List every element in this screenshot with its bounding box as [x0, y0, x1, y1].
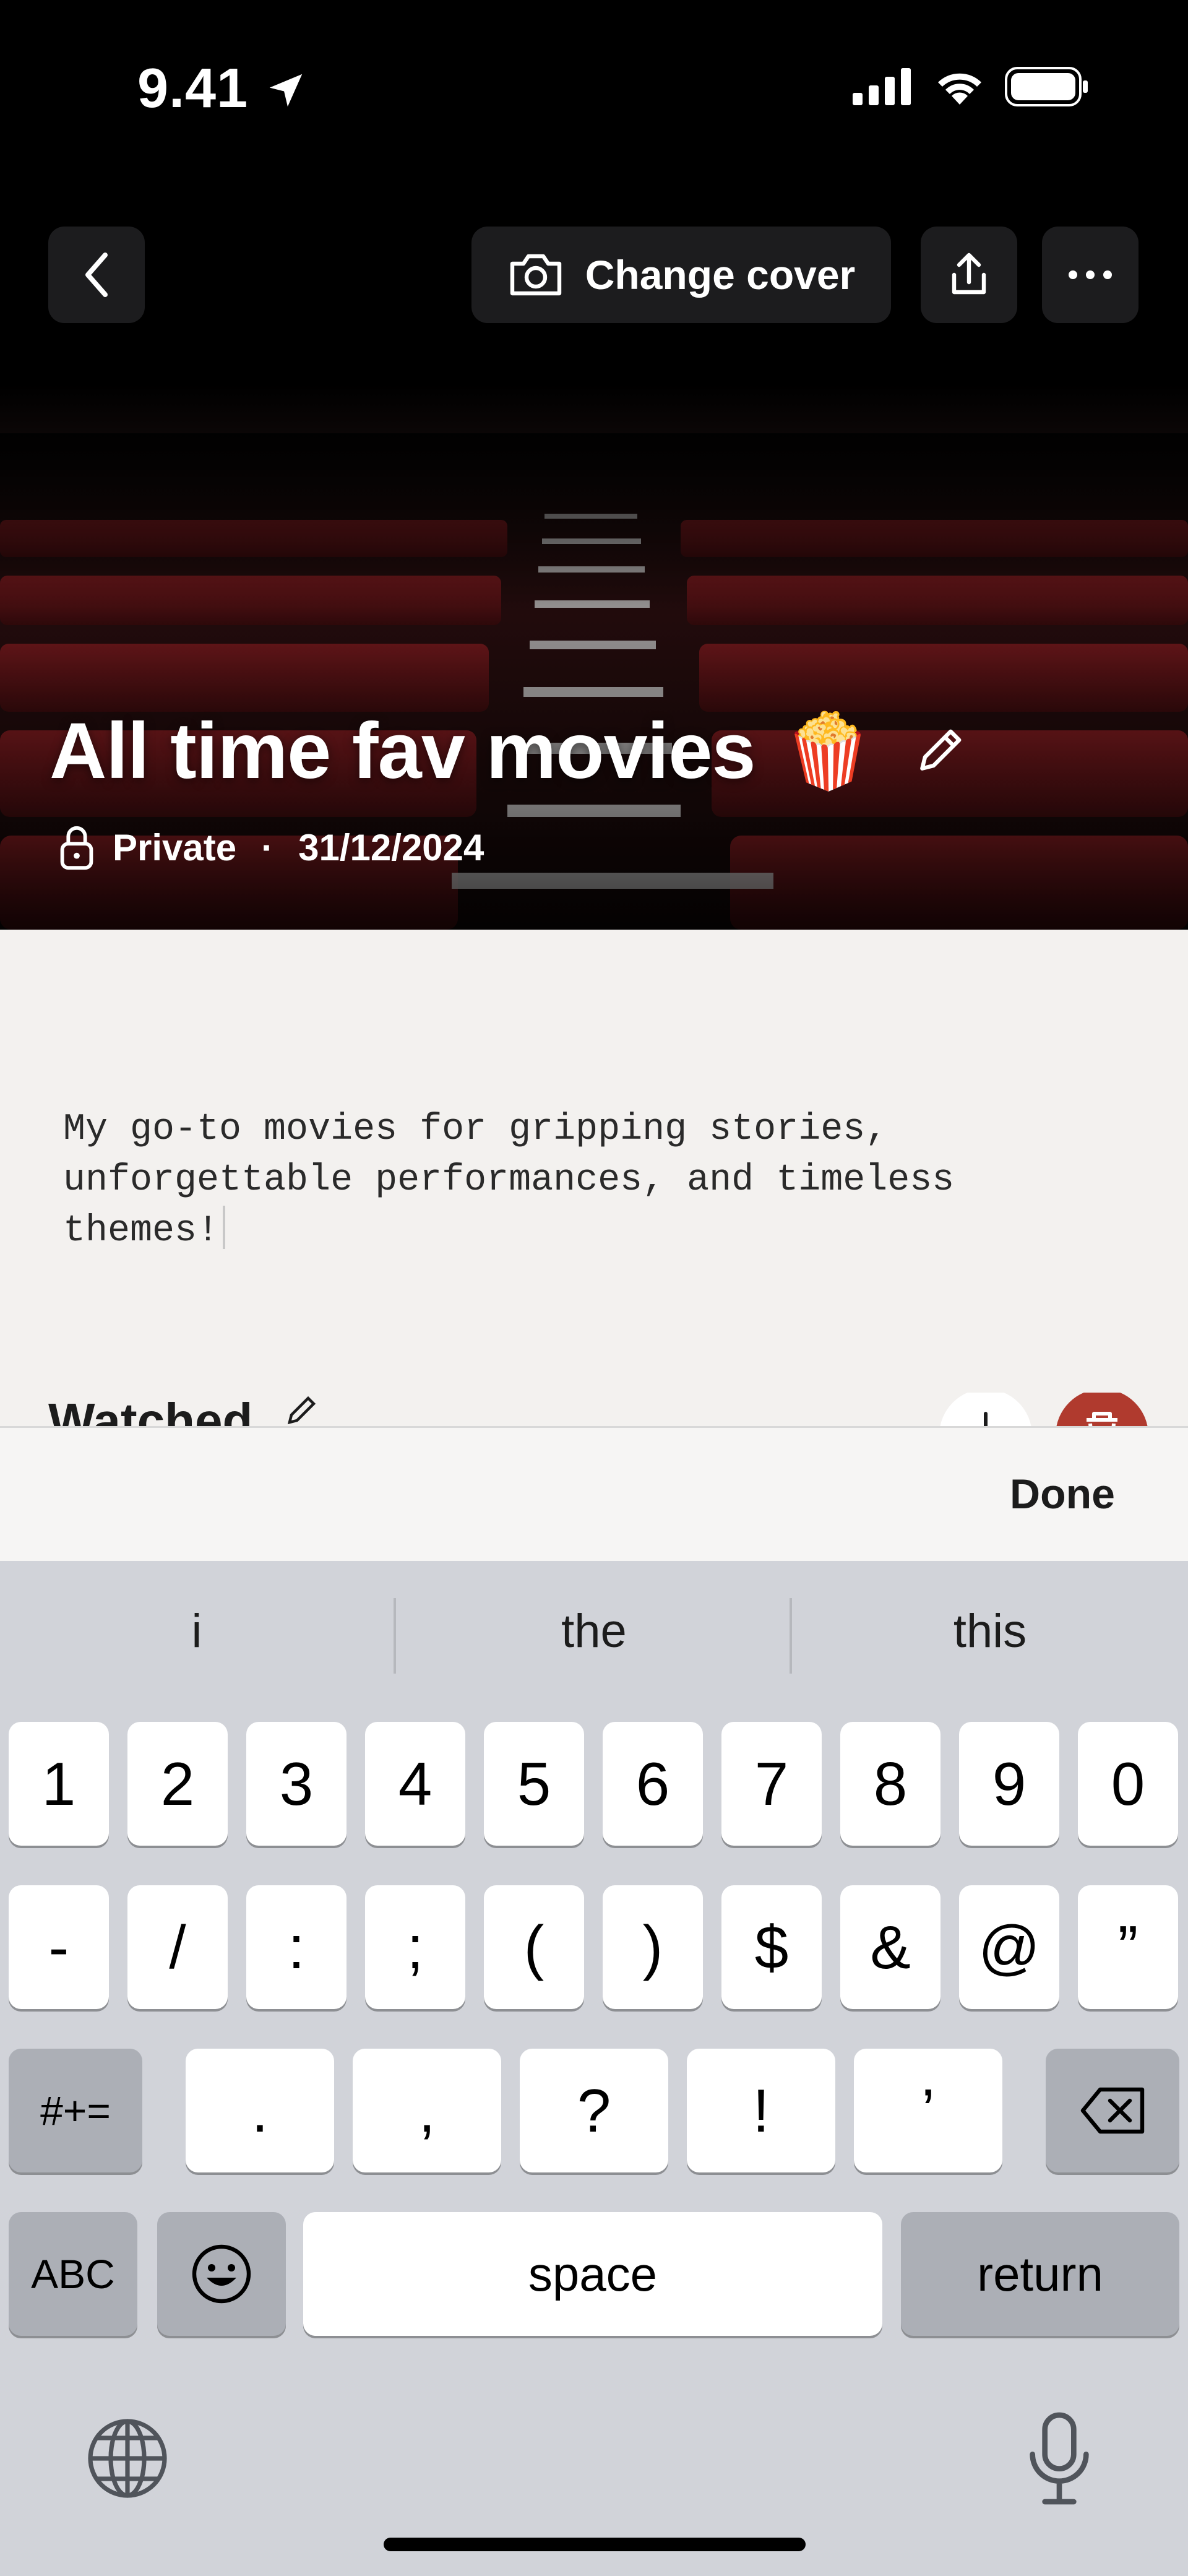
key-2[interactable]: 2 — [127, 1722, 228, 1846]
space-key[interactable]: space — [303, 2212, 882, 2336]
text-caret — [223, 1206, 226, 1249]
edit-section-icon[interactable] — [282, 1393, 319, 1427]
key-ampersand[interactable]: & — [840, 1885, 940, 2009]
back-button[interactable] — [48, 227, 145, 323]
globe-icon[interactable] — [83, 2414, 172, 2503]
battery-icon — [1005, 67, 1088, 106]
more-icon — [1069, 270, 1112, 279]
change-cover-button[interactable]: Change cover — [471, 227, 891, 323]
emoji-icon — [192, 2244, 251, 2304]
key-colon[interactable]: : — [246, 1885, 346, 2009]
emoji-key[interactable] — [157, 2212, 286, 2336]
return-key[interactable]: return — [901, 2212, 1179, 2336]
list-date: 31/12/2024 — [298, 826, 484, 868]
title-group: All time fav movies 🍿 — [50, 706, 874, 797]
title-row: All time fav movies 🍿 — [50, 706, 968, 797]
microphone-icon[interactable] — [1022, 2409, 1096, 2508]
key-6[interactable]: 6 — [603, 1722, 703, 1846]
back-chevron-icon — [85, 253, 108, 297]
plus-icon — [984, 1412, 988, 1427]
wifi-icon — [938, 73, 981, 105]
key-open-paren[interactable]: ( — [484, 1885, 584, 2009]
abc-key[interactable]: ABC — [9, 2212, 137, 2336]
suggestion-1[interactable]: i — [0, 1604, 394, 1658]
key-0[interactable]: 0 — [1078, 1722, 1178, 1846]
key-5[interactable]: 5 — [484, 1722, 584, 1846]
key-slash[interactable]: / — [127, 1885, 228, 2009]
share-button[interactable] — [921, 227, 1017, 323]
key-8[interactable]: 8 — [840, 1722, 940, 1846]
key-exclamation[interactable]: ! — [687, 2049, 835, 2172]
trash-icon — [1087, 1412, 1117, 1427]
share-icon — [952, 253, 986, 295]
popcorn-emoji: 🍿 — [782, 710, 874, 792]
camera-icon — [510, 254, 561, 296]
signal-icon — [853, 68, 911, 105]
meta-separator: · — [261, 826, 274, 868]
key-1[interactable]: 1 — [9, 1722, 109, 1846]
key-close-paren[interactable]: ) — [603, 1885, 703, 2009]
list-meta: Private · 31/12/2024 — [57, 823, 484, 871]
suggestion-2[interactable]: the — [397, 1604, 791, 1658]
delete-key[interactable] — [1046, 2049, 1179, 2172]
key-semicolon[interactable]: ; — [365, 1885, 465, 2009]
key-7[interactable]: 7 — [721, 1722, 822, 1846]
more-options-button[interactable] — [1042, 227, 1138, 323]
pencil-icon[interactable] — [911, 723, 968, 780]
section-title: Watched — [48, 1393, 253, 1427]
symbols-key[interactable]: #+= — [9, 2049, 142, 2172]
home-indicator — [384, 2538, 806, 2551]
location-arrow-icon — [269, 74, 303, 107]
section-header: Watched — [48, 1393, 1162, 1427]
keyboard-accessory-bar: Done — [0, 1426, 1188, 1561]
key-period[interactable]: . — [186, 2049, 334, 2172]
suggestion-divider — [394, 1598, 396, 1674]
suggestion-3[interactable]: this — [793, 1604, 1187, 1658]
keyboard: i the this 1 2 3 4 5 6 7 8 9 0 - / : ; (… — [0, 1561, 1188, 2576]
key-dollar[interactable]: $ — [721, 1885, 822, 2009]
add-item-button[interactable] — [939, 1393, 1032, 1427]
page-title: All time fav movies — [50, 707, 756, 795]
key-quote[interactable]: ” — [1078, 1885, 1178, 2009]
delete-button[interactable] — [1056, 1393, 1148, 1427]
key-4[interactable]: 4 — [365, 1722, 465, 1846]
key-apostrophe[interactable]: ’ — [854, 2049, 1002, 2172]
lock-icon — [60, 826, 93, 870]
key-comma[interactable]: , — [353, 2049, 501, 2172]
description-text: My go-to movies for gripping stories, un… — [63, 1109, 955, 1252]
key-9[interactable]: 9 — [959, 1722, 1059, 1846]
key-question[interactable]: ? — [520, 2049, 668, 2172]
cover-header: 9.41 Change cover All time fav movies 🍿 … — [0, 0, 1188, 930]
key-3[interactable]: 3 — [246, 1722, 346, 1846]
key-hyphen[interactable]: - — [9, 1885, 109, 2009]
status-time: 9.41 — [137, 57, 308, 121]
privacy-label: Private — [113, 826, 237, 868]
suggestion-divider — [790, 1598, 792, 1674]
status-indicators — [853, 67, 1089, 106]
change-cover-label: Change cover — [585, 252, 856, 298]
key-at[interactable]: @ — [959, 1885, 1059, 2009]
description-input[interactable]: My go-to movies for gripping stories, un… — [63, 1104, 1115, 1256]
delete-key-icon — [1080, 2087, 1145, 2134]
done-button[interactable]: Done — [1010, 1470, 1115, 1518]
